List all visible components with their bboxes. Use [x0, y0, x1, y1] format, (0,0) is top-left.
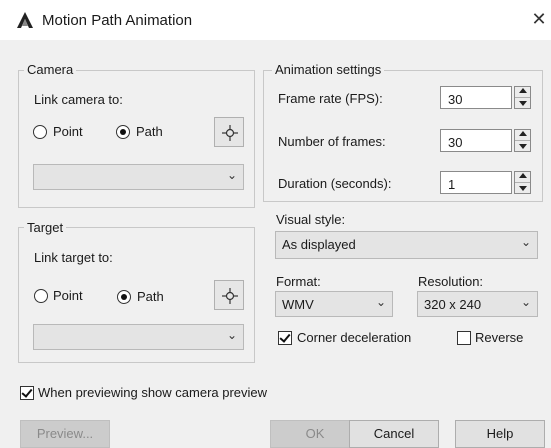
target-pick-button[interactable] — [214, 280, 244, 310]
camera-point-label[interactable]: Point — [53, 124, 83, 139]
visual-style-value: As displayed — [282, 237, 356, 252]
format-dropdown[interactable]: WMV ⌄ — [275, 291, 393, 317]
resolution-label: Resolution: — [418, 274, 484, 289]
camera-path-radio[interactable] — [116, 125, 130, 139]
frame-rate-value: 30 — [448, 92, 463, 107]
spin-up-icon — [519, 131, 527, 136]
pick-point-icon — [222, 125, 238, 141]
target-path-label[interactable]: Path — [137, 289, 164, 304]
camera-preview-checkbox[interactable] — [20, 386, 34, 400]
frames-input[interactable]: 30 — [440, 129, 512, 152]
link-target-label: Link target to: — [34, 250, 113, 265]
target-path-dropdown[interactable]: ⌄ — [33, 324, 244, 350]
visual-style-dropdown[interactable]: As displayed ⌄ — [275, 231, 538, 259]
chevron-down-icon: ⌄ — [375, 295, 386, 309]
frames-spinner[interactable] — [514, 129, 531, 152]
camera-pick-button[interactable] — [214, 117, 244, 147]
target-point-label[interactable]: Point — [53, 288, 83, 303]
spin-down-icon — [519, 144, 527, 149]
target-legend: Target — [24, 220, 67, 235]
chevron-down-icon: ⌄ — [520, 235, 531, 249]
spin-up-icon — [519, 88, 527, 93]
spin-divider — [515, 140, 530, 141]
frame-rate-spinner[interactable] — [514, 86, 531, 109]
close-icon[interactable]: ✕ — [530, 8, 548, 30]
camera-path-dropdown[interactable]: ⌄ — [33, 164, 244, 190]
duration-value: 1 — [448, 177, 456, 192]
frame-rate-input[interactable]: 30 — [440, 86, 512, 109]
frames-value: 30 — [448, 135, 463, 150]
spin-down-icon — [519, 186, 527, 191]
chevron-down-icon: ⌄ — [226, 168, 237, 182]
duration-label: Duration (seconds): — [278, 176, 392, 191]
spin-down-icon — [519, 101, 527, 106]
frame-rate-label: Frame rate (FPS): — [278, 91, 383, 106]
format-value: WMV — [282, 297, 314, 312]
corner-deceleration-label[interactable]: Corner deceleration — [297, 330, 411, 345]
frames-label: Number of frames: — [278, 134, 386, 149]
reverse-checkbox[interactable] — [457, 331, 471, 345]
help-button[interactable]: Help — [455, 420, 545, 448]
window-title: Motion Path Animation — [42, 12, 193, 29]
chevron-down-icon: ⌄ — [226, 328, 237, 342]
format-label: Format: — [276, 274, 321, 289]
autocad-a-icon — [16, 11, 34, 29]
target-path-radio[interactable] — [117, 290, 131, 304]
duration-spinner[interactable] — [514, 171, 531, 194]
resolution-dropdown[interactable]: 320 x 240 ⌄ — [417, 291, 538, 317]
camera-point-radio[interactable] — [33, 125, 47, 139]
reverse-label[interactable]: Reverse — [475, 330, 523, 345]
link-camera-label: Link camera to: — [34, 92, 123, 107]
spin-up-icon — [519, 173, 527, 178]
preview-button[interactable]: Preview... — [20, 420, 110, 448]
camera-legend: Camera — [24, 62, 77, 77]
visual-style-label: Visual style: — [276, 212, 346, 227]
animation-settings-legend: Animation settings — [272, 62, 385, 77]
resolution-value: 320 x 240 — [424, 297, 482, 312]
cancel-button[interactable]: Cancel — [349, 420, 439, 448]
ok-button[interactable]: OK — [270, 420, 360, 448]
target-point-radio[interactable] — [34, 289, 48, 303]
corner-deceleration-checkbox[interactable] — [278, 331, 292, 345]
spin-divider — [515, 97, 530, 98]
pick-point-icon — [222, 288, 238, 304]
camera-preview-label[interactable]: When previewing show camera preview — [38, 385, 267, 400]
duration-input[interactable]: 1 — [440, 171, 512, 194]
camera-path-label[interactable]: Path — [136, 124, 163, 139]
spin-divider — [515, 182, 530, 183]
chevron-down-icon: ⌄ — [520, 295, 531, 309]
